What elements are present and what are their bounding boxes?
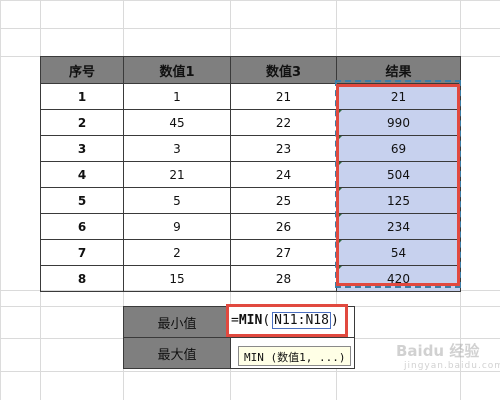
cell-value3[interactable]: 23 <box>230 135 337 162</box>
function-signature-tooltip[interactable]: MIN (数值1, ...) <box>238 346 352 366</box>
cell-value3[interactable]: 22 <box>230 109 337 136</box>
formula-range-reference: N11:N18 <box>272 312 331 329</box>
baidu-jingyan-watermark: Baidu 经验 jingyan.baidu.com <box>396 340 500 390</box>
cell-value1[interactable]: 15 <box>123 265 231 292</box>
data-table: 序号 数值1 数值3 结果 1 1 21 21 2 45 22 990 3 3 … <box>40 56 461 292</box>
table-row: 4 21 24 504 <box>40 161 461 188</box>
cell-index[interactable]: 8 <box>40 265 124 292</box>
header-row: 序号 数值1 数值3 结果 <box>40 56 461 84</box>
cell-result-value: 420 <box>387 271 410 286</box>
max-label[interactable]: 最大值 <box>123 337 231 369</box>
formula-indicator-icon <box>337 136 342 141</box>
cell-value1[interactable]: 2 <box>123 239 231 266</box>
cell-value1[interactable]: 5 <box>123 187 231 214</box>
cell-result[interactable]: 21 <box>336 83 461 110</box>
formula-open-paren: ( <box>262 313 271 328</box>
cell-index[interactable]: 4 <box>40 161 124 188</box>
formula-indicator-icon <box>337 214 342 219</box>
cell-index[interactable]: 1 <box>40 83 124 110</box>
cell-result[interactable]: 990 <box>336 109 461 136</box>
cell-result[interactable]: 69 <box>336 135 461 162</box>
cell-result-value: 504 <box>387 167 410 182</box>
cell-value3[interactable]: 25 <box>230 187 337 214</box>
table-row: 7 2 27 54 <box>40 239 461 266</box>
min-label[interactable]: 最小值 <box>123 306 231 338</box>
cell-result[interactable]: 54 <box>336 239 461 266</box>
cell-index[interactable]: 3 <box>40 135 124 162</box>
cell-result[interactable]: 125 <box>336 187 461 214</box>
formula-indicator-icon <box>337 240 342 245</box>
cell-result-value: 125 <box>387 193 410 208</box>
table-row: 6 9 26 234 <box>40 213 461 240</box>
cell-value3[interactable]: 26 <box>230 213 337 240</box>
header-result[interactable]: 结果 <box>336 56 461 84</box>
watermark-url: jingyan.baidu.com <box>404 361 500 371</box>
formula-function-name: MIN <box>238 313 263 328</box>
table-row: 2 45 22 990 <box>40 109 461 136</box>
table-row: 8 15 28 420 <box>40 265 461 292</box>
cell-result[interactable]: 234 <box>336 213 461 240</box>
table-row: 1 1 21 21 <box>40 83 461 110</box>
header-value3[interactable]: 数值3 <box>230 56 337 84</box>
formula-indicator-icon <box>337 110 342 115</box>
cell-index[interactable]: 5 <box>40 187 124 214</box>
cell-value1[interactable]: 45 <box>123 109 231 136</box>
formula-indicator-icon <box>337 188 342 193</box>
formula-equals: = <box>231 313 239 328</box>
formula-indicator-icon <box>337 162 342 167</box>
watermark-brand: Baidu 经验 <box>396 342 480 360</box>
cell-value3[interactable]: 27 <box>230 239 337 266</box>
cell-value1[interactable]: 3 <box>123 135 231 162</box>
formula-close-paren: ) <box>330 313 339 328</box>
cell-result-value: 54 <box>390 245 407 260</box>
cell-index[interactable]: 6 <box>40 213 124 240</box>
table-row: 5 5 25 125 <box>40 187 461 214</box>
cell-result-value: 69 <box>390 141 407 156</box>
formula-edit-cell[interactable]: = MIN(N11:N18) <box>226 304 348 337</box>
formula-indicator-icon <box>337 266 342 271</box>
cell-result[interactable]: 504 <box>336 161 461 188</box>
cell-result-value: 234 <box>387 219 410 234</box>
cell-value1[interactable]: 21 <box>123 161 231 188</box>
cell-value3[interactable]: 21 <box>230 83 337 110</box>
grid-row-line <box>0 28 500 29</box>
cell-value3[interactable]: 28 <box>230 265 337 292</box>
cell-index[interactable]: 2 <box>40 109 124 136</box>
formula-indicator-icon <box>337 84 342 89</box>
cell-result[interactable]: 420 <box>336 265 461 292</box>
header-value1[interactable]: 数值1 <box>123 56 231 84</box>
cell-result-value: 21 <box>390 89 407 104</box>
cell-result-value: 990 <box>387 115 410 130</box>
table-row: 3 3 23 69 <box>40 135 461 162</box>
cell-index[interactable]: 7 <box>40 239 124 266</box>
cell-value3[interactable]: 24 <box>230 161 337 188</box>
header-index[interactable]: 序号 <box>40 56 124 84</box>
cell-value1[interactable]: 9 <box>123 213 231 240</box>
cell-value1[interactable]: 1 <box>123 83 231 110</box>
